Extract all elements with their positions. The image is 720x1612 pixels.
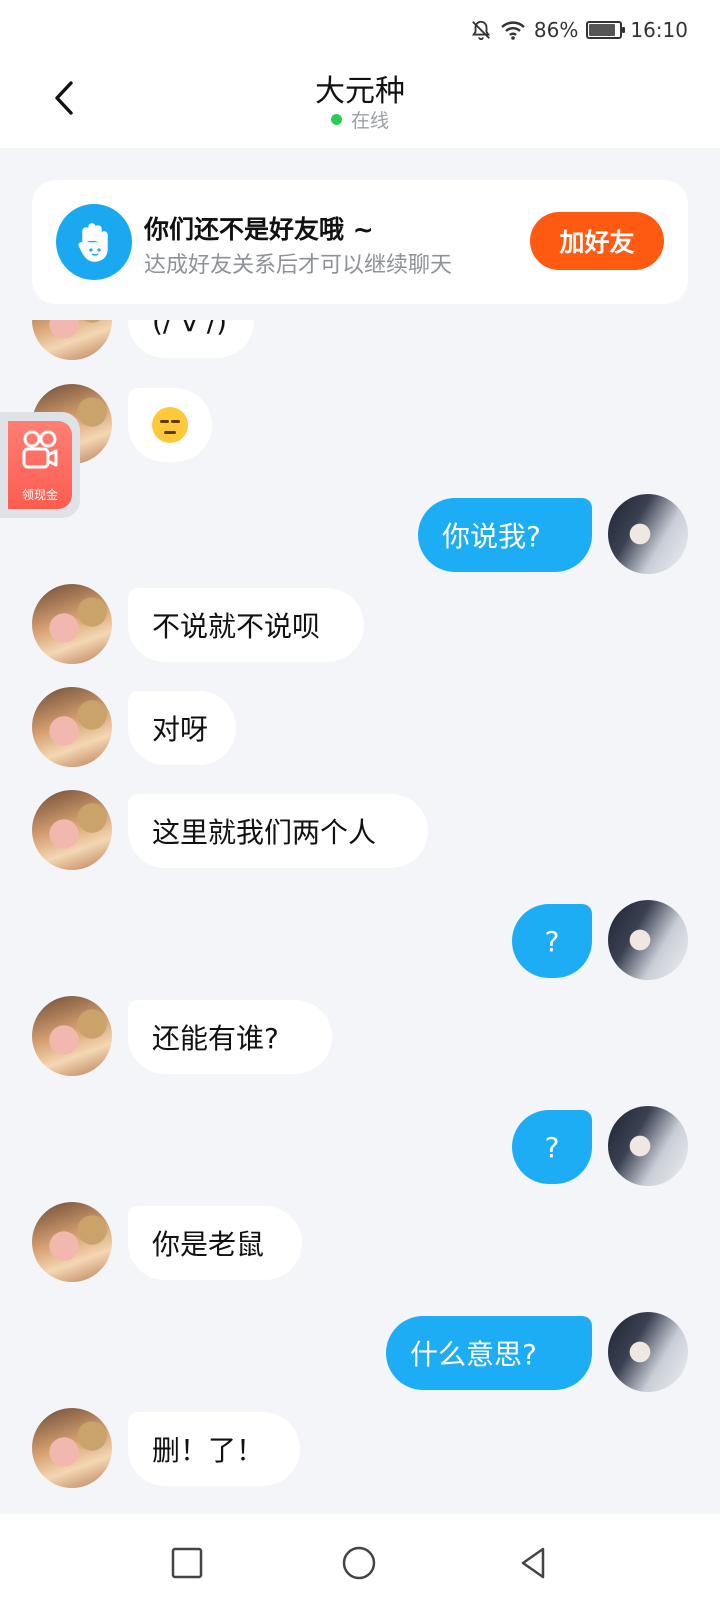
contact-avatar[interactable]	[32, 790, 112, 870]
message-bubble-received[interactable]: 还能有谁?	[128, 1000, 332, 1074]
message-bubble-sent[interactable]: 你说我?	[418, 498, 592, 572]
banner-subtitle: 达成好友关系后才可以继续聊天	[144, 253, 453, 278]
message-bubble-received[interactable]: 这里就我们两个人	[128, 794, 428, 868]
home-button[interactable]	[338, 1542, 380, 1584]
message-bubble-received[interactable]: 不说就不说呗	[128, 588, 364, 662]
hand-wave-icon	[56, 204, 132, 280]
presence-status: 在线	[0, 106, 720, 133]
contact-avatar[interactable]	[32, 687, 112, 767]
system-nav-bar	[0, 1514, 720, 1612]
floating-reward-widget[interactable]: 领现金	[0, 412, 80, 518]
message-bubble-received[interactable]: 对呀	[128, 691, 236, 765]
kuaishou-icon: 领现金	[8, 421, 72, 509]
my-avatar[interactable]	[608, 1312, 688, 1392]
contact-avatar[interactable]	[32, 320, 112, 360]
my-avatar[interactable]	[608, 1106, 688, 1186]
back-triangle-icon	[521, 1547, 545, 1579]
contact-name: 大元种	[315, 74, 405, 109]
message-bubble-sent[interactable]: 什么意思?	[386, 1316, 592, 1390]
battery-charging-icon	[586, 21, 626, 39]
recents-button[interactable]	[166, 1542, 208, 1584]
clock: 16:10	[630, 18, 688, 42]
banner-title: 你们还不是好友哦 ~	[144, 215, 374, 244]
home-circle-icon	[342, 1546, 376, 1580]
recents-square-icon	[171, 1547, 203, 1579]
message-bubble-received[interactable]: 删！了！	[128, 1412, 300, 1486]
widget-label: 领现金	[21, 488, 58, 502]
message-bubble-sent[interactable]: ?	[512, 904, 592, 978]
message-bubble-received[interactable]: (/ v /)	[128, 320, 254, 358]
status-bar: 86% 16:10	[0, 0, 720, 60]
unamused-face-icon	[152, 407, 188, 443]
add-friend-banner: 你们还不是好友哦 ~ 达成好友关系后才可以继续聊天 加好友	[32, 180, 688, 304]
battery-percent: 86%	[533, 18, 579, 42]
wifi-icon	[500, 19, 526, 41]
contact-avatar[interactable]	[32, 1408, 112, 1488]
contact-avatar[interactable]	[32, 584, 112, 664]
online-dot-icon	[330, 114, 342, 125]
my-avatar[interactable]	[608, 900, 688, 980]
message-bubble-sent[interactable]: ?	[512, 1110, 592, 1184]
contact-avatar[interactable]	[32, 1202, 112, 1282]
message-list[interactable]: (/ v /) 你说我? 不说就不说呗 对呀 这里就我们两个人 ? 还能有谁? …	[0, 320, 720, 1514]
message-bubble-received[interactable]: 你是老鼠	[128, 1206, 302, 1280]
chat-header: 大元种 在线	[0, 60, 720, 148]
back-nav-button[interactable]	[512, 1542, 554, 1584]
my-avatar[interactable]	[608, 494, 688, 574]
add-friend-button[interactable]: 加好友	[530, 212, 664, 270]
presence-label: 在线	[350, 110, 389, 132]
bell-off-icon	[470, 19, 492, 41]
contact-avatar[interactable]	[32, 996, 112, 1076]
message-bubble-received[interactable]	[128, 388, 212, 462]
